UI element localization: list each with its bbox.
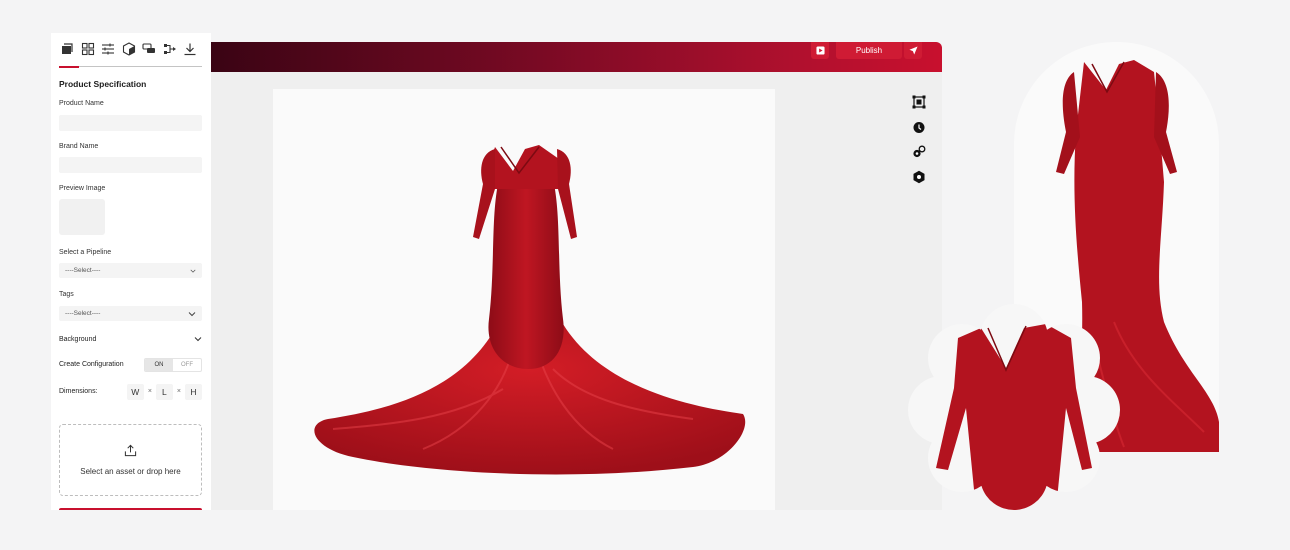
tags-label: Tags [59, 291, 74, 298]
fit-frame-icon[interactable] [911, 94, 926, 109]
publish-button[interactable]: Publish [836, 42, 902, 59]
background-label: Background [59, 335, 97, 343]
chevron-down-icon [188, 311, 196, 316]
create-configuration-label: Create Configuration [59, 361, 124, 368]
grid-icon[interactable] [79, 39, 96, 59]
dimensions-row: Dimensions: W × L × H [59, 383, 202, 400]
pipeline-select[interactable]: ----Select---- [59, 263, 202, 278]
preview-play-button[interactable] [811, 42, 829, 59]
tags-select-value: ----Select---- [65, 310, 101, 317]
brand-name-label: Brand Name [59, 143, 99, 150]
asset-dropzone[interactable]: Select an asset or drop here [59, 424, 202, 496]
product-name-input[interactable] [59, 115, 202, 131]
sliders-icon[interactable] [100, 39, 117, 59]
model-viewport[interactable] [273, 89, 775, 510]
section-title: Product Specification [59, 79, 147, 89]
play-icon [815, 46, 825, 55]
tags-select[interactable]: ----Select---- [59, 306, 202, 321]
height-input[interactable]: H [185, 383, 202, 400]
panel-toolbar [59, 39, 202, 68]
timer-icon[interactable] [911, 119, 926, 134]
chevron-down-icon[interactable] [194, 335, 202, 343]
chevron-down-icon [190, 269, 196, 273]
chat-icon[interactable] [141, 39, 158, 59]
flow-icon[interactable] [161, 39, 178, 59]
active-tab-indicator [59, 66, 79, 68]
product-spec-panel: Product Specification Product Name Brand… [51, 33, 211, 510]
dimensions-inputs: W × L × H [126, 383, 202, 400]
upload-icon [124, 444, 137, 457]
create-configuration-toggle[interactable]: ON OFF [144, 357, 202, 372]
preview-image-slot[interactable] [59, 199, 105, 235]
dimension-separator: × [176, 388, 181, 395]
dress-model-image [314, 145, 746, 475]
background-row[interactable]: Background [59, 332, 202, 346]
length-input[interactable]: L [155, 383, 173, 400]
top-bar: Publish [211, 42, 942, 72]
download-icon[interactable] [182, 39, 199, 59]
brand-name-input[interactable] [59, 157, 202, 173]
viewport-tools [911, 94, 926, 184]
create-configuration-row: Create Configuration ON OFF [59, 357, 202, 372]
settings-gears-icon[interactable] [911, 144, 926, 159]
layers-icon[interactable] [59, 39, 76, 59]
send-icon [908, 46, 918, 55]
dropzone-text: Select an asset or drop here [80, 467, 181, 476]
product-name-label: Product Name [59, 100, 104, 107]
cube-icon[interactable] [120, 39, 137, 59]
pipeline-label: Select a Pipeline [59, 249, 112, 256]
toggle-off-option[interactable]: OFF [173, 359, 201, 371]
send-button[interactable] [904, 42, 922, 59]
hexagon-icon[interactable] [911, 169, 926, 184]
dimensions-label: Dimensions: [59, 388, 98, 395]
toggle-on-option[interactable]: ON [145, 358, 173, 371]
preview-image-label: Preview Image [59, 185, 106, 192]
dimension-separator: × [147, 388, 152, 395]
width-input[interactable]: W [126, 383, 144, 400]
submit-button[interactable] [59, 508, 202, 510]
editor-area: Publish [211, 42, 942, 510]
pipeline-select-value: ----Select---- [65, 267, 101, 274]
dress-detail-badge [906, 298, 1122, 510]
